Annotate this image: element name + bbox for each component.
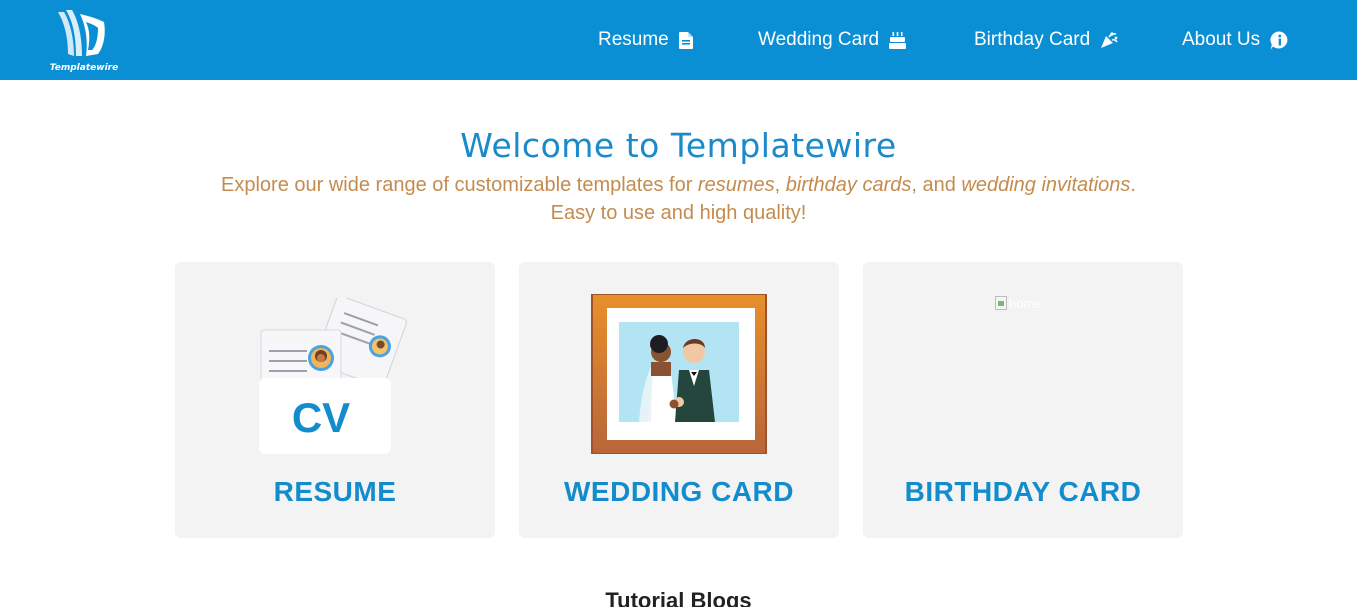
resume-card[interactable]: CV RESUME bbox=[175, 262, 495, 538]
nav-resume[interactable]: Resume bbox=[598, 27, 693, 53]
nav-wedding-card[interactable]: Wedding Card bbox=[758, 27, 907, 53]
cv-text: CV bbox=[292, 394, 350, 441]
broken-image-alt: home bbox=[1009, 295, 1042, 311]
wedding-card-card[interactable]: WEDDING CARD bbox=[519, 262, 839, 538]
info-icon bbox=[1270, 30, 1289, 50]
subtitle-emphasis-wedding: wedding invitations bbox=[961, 174, 1131, 196]
nav-birthday-card-label: Birthday Card bbox=[974, 29, 1091, 50]
subtitle-text: Explore our wide range of customizable t… bbox=[221, 174, 698, 196]
nav-about-us[interactable]: About Us bbox=[1182, 27, 1289, 53]
subtitle-emphasis-birthday: birthday cards bbox=[785, 174, 912, 196]
logo-mark-icon bbox=[58, 10, 105, 56]
page-subtitle: Explore our wide range of customizable t… bbox=[208, 171, 1149, 227]
logo-wordmark: Templatewire bbox=[49, 63, 119, 73]
broken-image-icon: home bbox=[995, 294, 1055, 312]
nav-resume-label: Resume bbox=[598, 29, 669, 50]
party-horn-icon bbox=[1100, 31, 1118, 49]
nav-about-us-label: About Us bbox=[1182, 29, 1261, 50]
file-icon bbox=[678, 31, 693, 49]
cv-illustration: CV bbox=[259, 298, 407, 454]
birthday-card-card[interactable]: home BIRTHDAY CARD bbox=[863, 262, 1183, 538]
wedding-card-card-title: WEDDING CARD bbox=[564, 476, 794, 507]
tutorial-blogs-heading: Tutorial Blogs bbox=[605, 588, 752, 607]
subtitle-emphasis-resumes: resumes bbox=[697, 174, 775, 196]
nav-wedding-card-label: Wedding Card bbox=[758, 29, 880, 50]
subtitle-text: , and bbox=[911, 174, 962, 196]
subtitle-text: , bbox=[774, 174, 786, 196]
image-placeholder-icon bbox=[995, 296, 1007, 310]
wedding-couple-frame-image bbox=[591, 294, 767, 454]
nav-birthday-card[interactable]: Birthday Card bbox=[974, 27, 1118, 53]
brand-logo[interactable]: Templatewire bbox=[44, 6, 124, 76]
page-title: Welcome to Templatewire bbox=[460, 126, 897, 165]
top-navbar: Templatewire Resume Wedding Card Birthda… bbox=[0, 0, 1357, 80]
cake-icon bbox=[889, 31, 907, 49]
resume-card-title: RESUME bbox=[273, 476, 397, 507]
birthday-card-card-title: BIRTHDAY CARD bbox=[904, 476, 1142, 507]
